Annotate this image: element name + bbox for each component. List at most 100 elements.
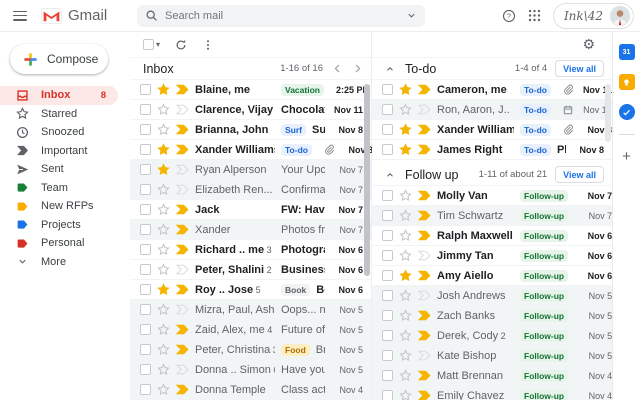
email-row[interactable]: Zaid, Alex, me 4 Future of Inbox -... Nov … [130, 320, 371, 340]
star-outline-icon[interactable] [157, 383, 170, 396]
user-avatar[interactable] [610, 5, 630, 26]
email-label-chip[interactable]: To-do [520, 103, 551, 116]
email-row[interactable]: Kate BishopFollow-upBest...Nov 5 [372, 346, 612, 366]
email-checkbox[interactable] [382, 84, 393, 95]
sidebar-item-starred[interactable]: Starred [0, 105, 118, 124]
search-options-chevron-icon[interactable] [406, 10, 417, 21]
email-row[interactable]: Josh AndrewsFollow-upSki se...Nov 5 [372, 286, 612, 306]
importance-marker-icon[interactable] [176, 324, 189, 335]
importance-marker-icon[interactable] [176, 264, 189, 275]
sidebar-item-inbox[interactable]: Inbox 8 [0, 86, 118, 105]
email-label-chip[interactable]: To-do [520, 143, 551, 156]
email-row[interactable]: Mizra, Paul, Ash.. Oops... need to re... N… [130, 300, 371, 320]
sidebar-item-new-rfps[interactable]: New RFPs [0, 197, 118, 216]
importance-marker-icon[interactable] [418, 310, 431, 321]
star-outline-icon[interactable] [399, 369, 412, 382]
email-label-chip[interactable]: Follow-up [520, 309, 569, 322]
newer-page-icon[interactable] [332, 63, 343, 74]
email-checkbox[interactable] [140, 304, 151, 315]
star-outline-icon[interactable] [399, 329, 412, 342]
importance-marker-icon[interactable] [176, 104, 189, 115]
star-outline-icon[interactable] [399, 103, 412, 116]
todo-view-all-button[interactable]: View all [555, 60, 604, 77]
star-outline-icon[interactable] [157, 223, 170, 236]
email-row[interactable]: Blaine, meVacationGreece...2:25 PM [130, 80, 371, 100]
importance-marker-icon[interactable] [418, 144, 431, 155]
importance-marker-icon[interactable] [418, 104, 431, 115]
email-checkbox[interactable] [382, 390, 393, 400]
email-label-chip[interactable]: Follow-up [520, 249, 569, 262]
sidebar-item-personal[interactable]: Personal [0, 234, 118, 253]
followup-view-all-button[interactable]: View all [555, 166, 604, 183]
importance-marker-icon[interactable] [418, 190, 431, 201]
star-outline-icon[interactable] [157, 103, 170, 116]
importance-marker-icon[interactable] [176, 84, 189, 95]
more-options-icon[interactable] [202, 39, 214, 51]
email-row[interactable]: Donna .. Simon 6 Have you seen th... Nov 5 [130, 360, 371, 380]
star-outline-icon[interactable] [399, 189, 412, 202]
email-row[interactable]: Donna Temple Class act - Tom... Nov 4 [130, 380, 371, 400]
star-outline-icon[interactable] [399, 249, 412, 262]
settings-gear-icon[interactable]: ⚙ [582, 38, 595, 52]
star-filled-icon[interactable] [399, 83, 412, 96]
email-checkbox[interactable] [140, 164, 151, 175]
apps-grid-icon[interactable] [528, 9, 541, 22]
email-checkbox[interactable] [140, 284, 151, 295]
importance-marker-icon[interactable] [176, 224, 189, 235]
star-filled-icon[interactable] [157, 143, 170, 156]
email-row[interactable]: Peter, Christina 3 Food Bread and... Nov 5 [130, 340, 371, 360]
email-label-chip[interactable]: Surf [281, 123, 306, 136]
email-label-chip[interactable]: To-do [520, 83, 551, 96]
importance-marker-icon[interactable] [176, 284, 189, 295]
todo-collapse-icon[interactable] [385, 64, 395, 74]
email-row[interactable]: Clarence, Vijay 13 Chocolate Factor... Nov… [130, 100, 371, 120]
importance-marker-icon[interactable] [418, 230, 431, 241]
importance-marker-icon[interactable] [176, 204, 189, 215]
star-outline-icon[interactable] [157, 343, 170, 356]
email-row[interactable]: Xander WilliamsTo-doNeed...Nov 8 [372, 120, 612, 140]
older-page-icon[interactable] [352, 63, 363, 74]
importance-marker-icon[interactable] [418, 330, 431, 341]
email-checkbox[interactable] [140, 384, 151, 395]
sidebar-item-team[interactable]: Team [0, 179, 118, 198]
email-checkbox[interactable] [382, 290, 393, 301]
email-checkbox[interactable] [382, 250, 393, 261]
email-row[interactable]: Tim SchwartzFollow-upSurf S..Nov 7 [372, 206, 612, 226]
email-row[interactable]: Brianna, John Surf Surf Sunda.. Nov 8 [130, 120, 371, 140]
importance-marker-icon[interactable] [176, 304, 189, 315]
email-checkbox[interactable] [140, 104, 151, 115]
importance-marker-icon[interactable] [418, 370, 431, 381]
email-row[interactable]: Roy .. Jose 5 Book Book you r... Nov 6 [130, 280, 371, 300]
email-row[interactable]: Amy AielloFollow-upClub...Nov 6 [372, 266, 612, 286]
compose-button[interactable]: Compose [10, 44, 108, 74]
select-dropdown-caret-icon[interactable]: ▾ [156, 40, 160, 49]
star-outline-icon[interactable] [399, 309, 412, 322]
star-outline-icon[interactable] [157, 303, 170, 316]
email-label-chip[interactable]: Follow-up [520, 369, 569, 382]
importance-marker-icon[interactable] [418, 290, 431, 301]
star-filled-icon[interactable] [399, 143, 412, 156]
email-checkbox[interactable] [382, 270, 393, 281]
email-checkbox[interactable] [382, 370, 393, 381]
email-checkbox[interactable] [140, 244, 151, 255]
email-label-chip[interactable]: Vacation [281, 83, 324, 96]
email-checkbox[interactable] [140, 204, 151, 215]
email-row[interactable]: Derek, Cody 2Follow-upKitche...Nov 5 [372, 326, 612, 346]
keep-icon[interactable] [618, 74, 635, 90]
importance-marker-icon[interactable] [418, 210, 431, 221]
email-label-chip[interactable]: Book [281, 283, 311, 296]
email-checkbox[interactable] [382, 230, 393, 241]
email-row[interactable]: Jack FW: Have you ev.. Nov 7 [130, 200, 371, 220]
sidebar-item-sent[interactable]: Sent [0, 160, 118, 179]
gmail-logo[interactable]: Gmail [41, 7, 129, 24]
email-label-chip[interactable]: Follow-up [520, 289, 569, 302]
email-label-chip[interactable]: Follow-up [520, 329, 569, 342]
star-outline-icon[interactable] [399, 389, 412, 400]
importance-marker-icon[interactable] [418, 84, 431, 95]
email-label-chip[interactable]: Follow-up [520, 349, 569, 362]
email-checkbox[interactable] [382, 350, 393, 361]
email-checkbox[interactable] [140, 364, 151, 375]
importance-marker-icon[interactable] [176, 124, 189, 135]
importance-marker-icon[interactable] [418, 124, 431, 135]
email-row[interactable]: Richard .. me 3 Photography clas.. Nov 6 [130, 240, 371, 260]
